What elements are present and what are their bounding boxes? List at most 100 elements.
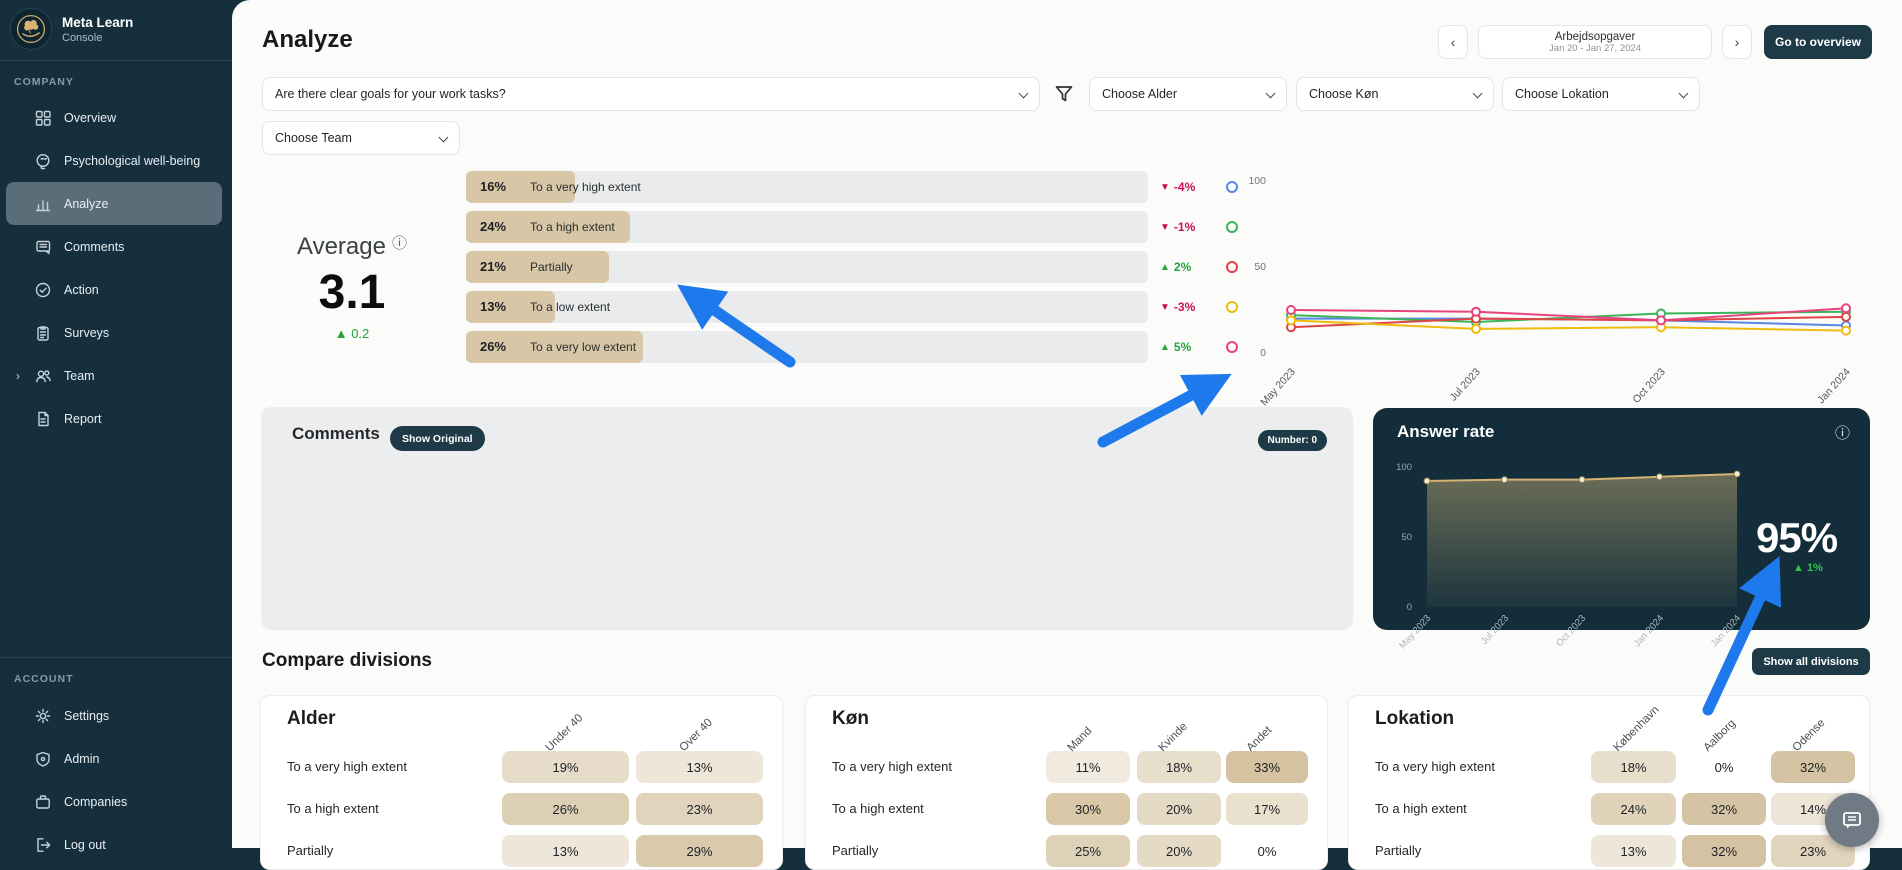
division-card-title: Lokation — [1375, 708, 1454, 730]
sidebar-item-surveys[interactable]: Surveys — [0, 311, 232, 354]
value-cell: 19% — [502, 751, 629, 783]
briefcase-icon — [34, 793, 52, 811]
distribution-pct: 26% — [480, 339, 506, 354]
average-summary: Averageⓘ 3.1 ▲ 0.2 — [262, 232, 442, 341]
change-indicator: ▲2% — [1160, 251, 1220, 283]
column-header: Over 40 — [677, 717, 714, 754]
column-header: København — [1611, 704, 1661, 754]
sidebar-item-analyze[interactable]: Analyze — [6, 182, 222, 225]
period-selector[interactable]: Arbejdsopgaver Jan 20 - Jan 27, 2024 — [1478, 25, 1712, 59]
sidebar: Meta Learn Console COMPANY OverviewPsych… — [0, 0, 232, 848]
filter-icon[interactable] — [1054, 84, 1074, 104]
location-filter-select[interactable]: Choose Lokation — [1502, 77, 1700, 111]
sidebar-item-action[interactable]: Action — [0, 268, 232, 311]
chevron-down-icon — [1019, 89, 1029, 99]
distribution-pct: 13% — [480, 299, 506, 314]
prev-period-button[interactable]: ‹ — [1438, 25, 1468, 59]
meta-learn-logo-icon — [10, 8, 52, 50]
value-cell: 30% — [1046, 793, 1130, 825]
distribution-row: 13% To a low extent — [466, 291, 1148, 323]
go-to-overview-button[interactable]: Go to overview — [1764, 25, 1872, 59]
triangle-down-icon: ▼ — [1160, 222, 1170, 233]
show-original-button[interactable]: Show Original — [390, 426, 485, 451]
nav-item-label: Report — [64, 412, 102, 426]
sidebar-item-admin[interactable]: Admin — [0, 737, 232, 780]
change-value: -4% — [1174, 180, 1195, 194]
division-card-kn: KønMandKvindeAndetTo a very high extent1… — [805, 695, 1328, 870]
distribution-row: 26% To a very low extent — [466, 331, 1148, 363]
value-cell: 32% — [1682, 835, 1766, 867]
value-cell: 33% — [1226, 751, 1308, 783]
value-cell: 11% — [1046, 751, 1130, 783]
account-nav: Settings AdminCompaniesLog out — [0, 694, 232, 866]
answer-rate-value: 95% — [1756, 514, 1837, 562]
gear-icon — [34, 707, 52, 725]
change-value: 2% — [1174, 260, 1191, 274]
sidebar-item-log-out[interactable]: Log out — [0, 823, 232, 866]
change-indicator: ▼-3% — [1160, 291, 1220, 323]
distribution-label: To a low extent — [530, 300, 610, 314]
nav-item-label: Action — [64, 283, 99, 297]
division-card-title: Køn — [832, 708, 869, 730]
sidebar-item-report[interactable]: Report — [0, 397, 232, 440]
question-select[interactable]: Are there clear goals for your work task… — [262, 77, 1040, 111]
period-title: Arbejdsopgaver — [1555, 31, 1636, 43]
nav-item-label: Psychological well-being — [64, 154, 200, 168]
comments-count-badge: Number: 0 — [1258, 430, 1327, 451]
info-icon[interactable]: ⓘ — [392, 235, 407, 252]
sidebar-item-comments[interactable]: Comments — [0, 225, 232, 268]
info-icon[interactable]: ⓘ — [1835, 422, 1850, 443]
answer-rate-chart: 100500May 2023Jul 2023Oct 2023Jan 2024Ja… — [1388, 450, 1758, 628]
document-icon — [34, 410, 52, 428]
sidebar-item-team[interactable]: › Team — [0, 354, 232, 397]
chevron-down-icon — [1679, 89, 1689, 99]
team-filter-select[interactable]: Choose Team — [262, 121, 460, 155]
sidebar-item-settings[interactable]: Settings — [0, 694, 232, 737]
age-filter-value: Choose Alder — [1102, 87, 1177, 101]
nav-item-label: Team — [64, 369, 95, 383]
value-cell: 25% — [1046, 835, 1130, 867]
bar-chart-icon — [34, 195, 52, 213]
age-filter-select[interactable]: Choose Alder — [1089, 77, 1287, 111]
row-label: To a very high extent — [287, 759, 407, 774]
distribution-label: To a very low extent — [530, 340, 636, 354]
triangle-up-icon: ▲ — [1160, 342, 1170, 353]
column-header: Under 40 — [543, 712, 585, 754]
chat-bubble-icon — [1840, 808, 1864, 832]
question-select-value: Are there clear goals for your work task… — [275, 87, 506, 101]
chevron-down-icon — [1266, 89, 1276, 99]
sidebar-item-overview[interactable]: Overview — [0, 96, 232, 139]
distribution-pct: 16% — [480, 179, 506, 194]
row-label: To a very high extent — [832, 759, 952, 774]
next-period-button[interactable]: › — [1722, 25, 1752, 59]
sidebar-item-psychological-well-being[interactable]: Psychological well-being — [0, 139, 232, 182]
triangle-down-icon: ▼ — [1160, 182, 1170, 193]
distribution-label: Partially — [530, 260, 573, 274]
average-delta: ▲ 0.2 — [262, 326, 442, 341]
chat-button[interactable] — [1825, 793, 1879, 847]
distribution-pct: 24% — [480, 219, 506, 234]
nav-item-label: Settings — [64, 709, 109, 723]
division-card-alder: AlderUnder 40Over 40To a very high exten… — [260, 695, 783, 870]
chevron-down-icon — [1473, 89, 1483, 99]
brand-title: Meta Learn — [62, 15, 133, 30]
value-cell: 18% — [1137, 751, 1221, 783]
show-all-divisions-button[interactable]: Show all divisions — [1752, 648, 1870, 675]
shield-icon — [34, 750, 52, 768]
company-nav: Overview Psychological well-being AnalyzeC… — [0, 96, 232, 440]
nav-item-label: Overview — [64, 111, 116, 125]
check-circle-icon — [34, 281, 52, 299]
row-label: Partially — [832, 843, 878, 858]
value-cell: 13% — [502, 835, 629, 867]
sidebar-item-companies[interactable]: Companies — [0, 780, 232, 823]
answer-rate-delta: ▲ 1% — [1793, 562, 1823, 574]
gender-filter-select[interactable]: Choose Køn — [1296, 77, 1494, 111]
value-cell: 0% — [1682, 751, 1766, 783]
page-title: Analyze — [262, 26, 353, 54]
distribution-label: To a very high extent — [530, 180, 641, 194]
distribution-row: 24%To a high extent — [466, 211, 1148, 243]
row-label: Partially — [287, 843, 333, 858]
brand: Meta Learn Console — [10, 8, 133, 50]
chevron-right-icon[interactable]: › — [16, 369, 20, 383]
row-label: To a very high extent — [1375, 759, 1495, 774]
